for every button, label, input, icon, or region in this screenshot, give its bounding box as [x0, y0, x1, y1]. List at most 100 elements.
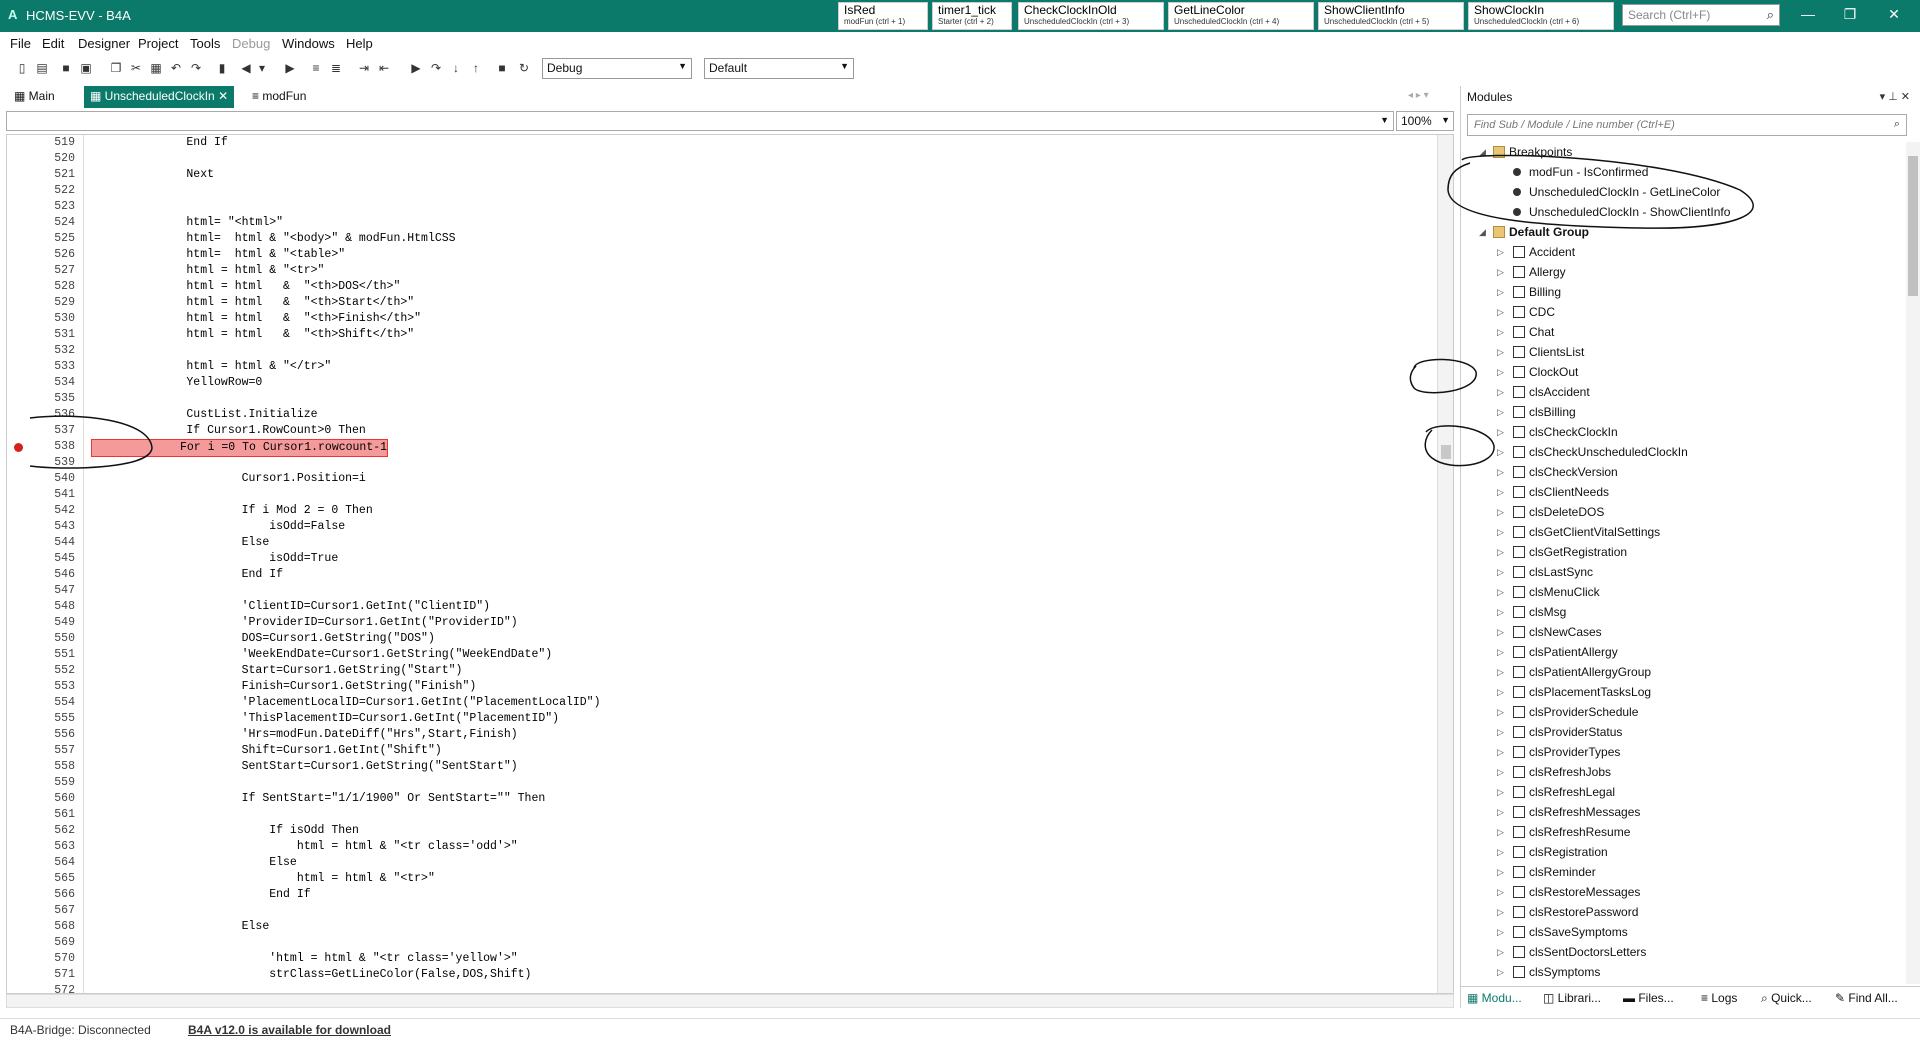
cut-icon[interactable]: ✂ — [128, 60, 144, 76]
expand-icon[interactable]: ▷ — [1497, 762, 1507, 782]
expand-icon[interactable]: ▷ — [1497, 902, 1507, 922]
restart-icon[interactable]: ↻ — [516, 60, 532, 76]
code-line[interactable]: 531 html = html & "<th>Shift</th>" — [7, 327, 1437, 343]
code-line[interactable]: 540 Cursor1.Position=i — [7, 471, 1437, 487]
code-line[interactable]: 561 — [7, 807, 1437, 823]
stop-icon[interactable]: ■ — [494, 60, 510, 76]
expand-icon[interactable]: ▷ — [1497, 822, 1507, 842]
indent-icon[interactable]: ⇥ — [356, 60, 372, 76]
module-item[interactable]: ▷ Chat — [1467, 322, 1907, 342]
panel-pin-icon[interactable]: ▾ ⊥ ✕ — [1880, 90, 1910, 103]
expand-icon[interactable]: ▷ — [1497, 302, 1507, 322]
forward-icon[interactable]: ▶ — [282, 60, 298, 76]
expand-icon[interactable]: ▷ — [1497, 402, 1507, 422]
code-line[interactable]: 550 DOS=Cursor1.GetString("DOS") — [7, 631, 1437, 647]
code-line[interactable]: 558 SentStart=Cursor1.GetString("SentSta… — [7, 759, 1437, 775]
quick-tab-timer1[interactable]: timer1_tick Starter (ctrl + 2) — [932, 2, 1012, 30]
new-file-icon[interactable]: ▯ — [14, 60, 30, 76]
code-line[interactable]: 537 If Cursor1.RowCount>0 Then — [7, 423, 1437, 439]
close-tab-icon[interactable]: ✕ — [218, 89, 228, 103]
code-line[interactable]: 543 isOdd=False — [7, 519, 1437, 535]
expand-icon[interactable]: ▷ — [1497, 642, 1507, 662]
module-item[interactable]: ▷ clsRestorePassword — [1467, 902, 1907, 922]
code-line[interactable]: 521 Next — [7, 167, 1437, 183]
quick-tab-checkclockinold[interactable]: CheckClockInOld UnscheduledClockIn (ctrl … — [1018, 2, 1164, 30]
menu-help[interactable]: Help — [346, 36, 373, 51]
menu-designer[interactable]: Designer — [78, 36, 130, 51]
code-line[interactable]: 553 Finish=Cursor1.GetString("Finish") — [7, 679, 1437, 695]
expand-icon[interactable]: ▷ — [1497, 622, 1507, 642]
expand-icon[interactable]: ▷ — [1497, 922, 1507, 942]
module-item[interactable]: ▷ clsSymptoms — [1467, 962, 1907, 982]
module-item[interactable]: ▷ Billing — [1467, 282, 1907, 302]
copy-icon[interactable]: ❐ — [108, 60, 124, 76]
module-item[interactable]: ▷ clsCheckClockIn — [1467, 422, 1907, 442]
module-item[interactable]: ▷ clsSentDoctorsLetters — [1467, 942, 1907, 962]
code-line[interactable]: 555 'ThisPlacementID=Cursor1.GetInt("Pla… — [7, 711, 1437, 727]
code-line[interactable]: 542 If i Mod 2 = 0 Then — [7, 503, 1437, 519]
code-line[interactable]: 567 — [7, 903, 1437, 919]
expand-icon[interactable]: ▷ — [1497, 962, 1507, 982]
code-line[interactable]: 569 — [7, 935, 1437, 951]
module-item[interactable]: ▷ clsDeleteDOS — [1467, 502, 1907, 522]
module-item[interactable]: ▷ clsProviderSchedule — [1467, 702, 1907, 722]
menu-debug[interactable]: Debug — [232, 36, 270, 51]
code-line[interactable]: 546 End If — [7, 567, 1437, 583]
expand-icon[interactable]: ▷ — [1497, 882, 1507, 902]
editor-scrollbar[interactable] — [1437, 135, 1453, 993]
code-line[interactable]: 527 html = html & "<tr>" — [7, 263, 1437, 279]
code-line[interactable]: 522 — [7, 183, 1437, 199]
breakpoint-item[interactable]: UnscheduledClockIn - ShowClientInfo — [1467, 202, 1907, 222]
tab-find-all[interactable]: ✎ Find All... — [1835, 991, 1898, 1005]
tree-default-group[interactable]: ◢ Default Group — [1467, 222, 1907, 242]
tab-files[interactable]: ▬ Files... — [1623, 991, 1674, 1005]
update-link[interactable]: B4A v12.0 is available for download — [188, 1023, 391, 1037]
expand-icon[interactable]: ▷ — [1497, 282, 1507, 302]
module-item[interactable]: ▷ clsReminder — [1467, 862, 1907, 882]
paste-icon[interactable]: ▦ — [148, 60, 164, 76]
code-line[interactable]: 528 html = html & "<th>DOS</th>" — [7, 279, 1437, 295]
code-line[interactable]: 524 html= "<html>" — [7, 215, 1437, 231]
code-line[interactable]: 536 CustList.Initialize — [7, 407, 1437, 423]
collapse-icon[interactable]: ◢ — [1479, 142, 1489, 162]
module-item[interactable]: ▷ clsMenuClick — [1467, 582, 1907, 602]
code-line[interactable]: 557 Shift=Cursor1.GetInt("Shift") — [7, 743, 1437, 759]
module-item[interactable]: ▷ clsRefreshResume — [1467, 822, 1907, 842]
module-item[interactable]: ▷ clsGetClientVitalSettings — [1467, 522, 1907, 542]
outdent-icon[interactable]: ⇤ — [376, 60, 392, 76]
expand-icon[interactable]: ▷ — [1497, 842, 1507, 862]
code-line[interactable]: 563 html = html & "<tr class='odd'>" — [7, 839, 1437, 855]
code-line[interactable]: 523 — [7, 199, 1437, 215]
code-line[interactable]: 541 — [7, 487, 1437, 503]
build-config-select[interactable]: Debug ▼ — [542, 58, 692, 79]
code-line[interactable]: 566 End If — [7, 887, 1437, 903]
module-item[interactable]: ▷ clsPlacementTasksLog — [1467, 682, 1907, 702]
tab-modfun[interactable]: ≡ modFun — [246, 86, 312, 108]
expand-icon[interactable]: ▷ — [1497, 562, 1507, 582]
expand-icon[interactable]: ▷ — [1497, 442, 1507, 462]
module-item[interactable]: ▷ clsRefreshJobs — [1467, 762, 1907, 782]
expand-icon[interactable]: ▷ — [1497, 502, 1507, 522]
expand-icon[interactable]: ▷ — [1497, 862, 1507, 882]
code-line[interactable]: 570 'html = html & "<tr class='yellow'>" — [7, 951, 1437, 967]
code-line[interactable]: 571 strClass=GetLineColor(False,DOS,Shif… — [7, 967, 1437, 983]
close-icon[interactable]: ✕ — [1884, 6, 1904, 23]
collapse-icon[interactable]: ◢ — [1479, 222, 1489, 242]
tab-nav-icon[interactable]: ◂ ▸ ▾ — [1408, 90, 1429, 101]
menu-windows[interactable]: Windows — [282, 36, 335, 51]
expand-icon[interactable]: ▷ — [1497, 482, 1507, 502]
package-config-select[interactable]: Default ▼ — [704, 58, 854, 79]
code-line[interactable]: 545 isOdd=True — [7, 551, 1437, 567]
tab-logs[interactable]: ≡ Logs — [1701, 991, 1737, 1005]
code-line[interactable]: 564 Else — [7, 855, 1437, 871]
code-line[interactable]: 548 'ClientID=Cursor1.GetInt("ClientID") — [7, 599, 1437, 615]
code-line[interactable]: 552 Start=Cursor1.GetString("Start") — [7, 663, 1437, 679]
module-item[interactable]: ▷ clsRestoreMessages — [1467, 882, 1907, 902]
tab-main[interactable]: ▦ Main — [8, 86, 61, 108]
tree-scrollbar[interactable] — [1906, 142, 1920, 984]
comment-icon[interactable]: ≡ — [308, 60, 324, 76]
step-into-icon[interactable]: ↓ — [448, 60, 464, 76]
quick-tab-showclockin[interactable]: ShowClockIn UnscheduledClockIn (ctrl + 6) — [1468, 2, 1614, 30]
code-line[interactable]: 568 Else — [7, 919, 1437, 935]
minimize-icon[interactable]: — — [1798, 6, 1818, 22]
